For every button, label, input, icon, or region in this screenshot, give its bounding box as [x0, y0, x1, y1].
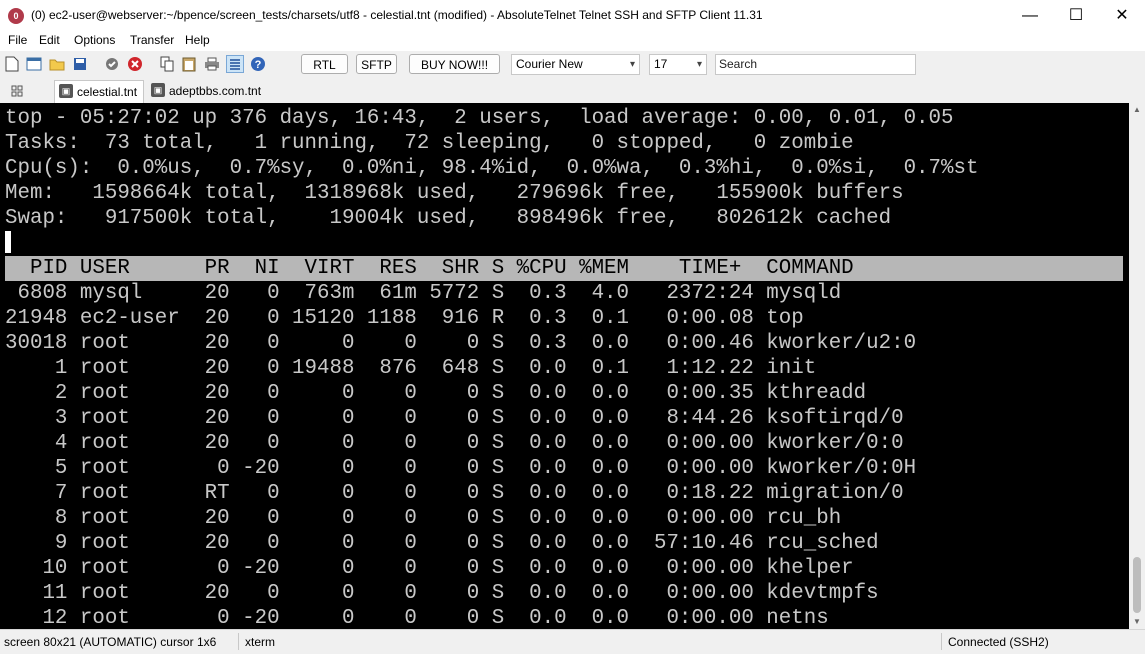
process-row: 30018 root 20 0 0 0 0 S 0.3 0.0 0:00.46 …	[5, 332, 917, 355]
process-row: 3 root 20 0 0 0 0 S 0.0 0.0 8:44.26 ksof…	[5, 407, 904, 430]
terminal-line: Tasks: 73 total, 1 running, 72 sleeping,…	[5, 132, 854, 155]
tab-list-icon[interactable]	[8, 82, 26, 100]
new-file-icon[interactable]	[3, 55, 21, 73]
chevron-down-icon: ▾	[629, 59, 635, 70]
search-placeholder: Search	[719, 57, 758, 71]
process-row: 9 root 20 0 0 0 0 S 0.0 0.0 57:10.46 rcu…	[5, 532, 879, 555]
tab-label: adeptbbs.com.tnt	[169, 84, 262, 98]
process-row: 7 root RT 0 0 0 0 S 0.0 0.0 0:18.22 migr…	[5, 482, 904, 505]
menu-edit[interactable]: Edit	[39, 33, 60, 47]
font-select[interactable]: Courier New ▾	[511, 54, 640, 75]
process-table-header: PID USER PR NI VIRT RES SHR S %CPU %MEM …	[5, 256, 1123, 281]
process-row: 8 root 20 0 0 0 0 S 0.0 0.0 0:00.00 rcu_…	[5, 507, 842, 530]
terminal-session-icon: ▣	[151, 83, 165, 97]
menu-options[interactable]: Options	[74, 33, 115, 47]
terminal-line: Mem: 1598664k total, 1318968k used, 2796…	[5, 182, 904, 205]
connection-status: Connected (SSH2)	[948, 635, 1049, 649]
menu-file[interactable]: File	[8, 33, 27, 47]
minimize-button[interactable]: —	[1007, 0, 1053, 31]
help-icon[interactable]: ?	[249, 55, 267, 73]
scroll-down-icon[interactable]: ▼	[1129, 617, 1145, 626]
process-row: 21948 ec2-user 20 0 15120 1188 916 R 0.3…	[5, 307, 804, 330]
process-header-text: PID USER PR NI VIRT RES SHR S %CPU %MEM …	[5, 257, 854, 280]
save-icon[interactable]	[71, 55, 89, 73]
menu-help[interactable]: Help	[185, 33, 210, 47]
font-size-select[interactable]: 17 ▾	[649, 54, 707, 75]
chevron-down-icon: ▾	[696, 59, 702, 70]
font-size-value: 17	[654, 57, 668, 71]
terminal-cursor	[5, 231, 11, 253]
buy-now-button[interactable]: BUY NOW!!!	[409, 54, 500, 74]
screen-status: screen 80x21 (AUTOMATIC) cursor 1x6	[4, 635, 217, 649]
window-title: (0) ec2-user@webserver:~/bpence/screen_t…	[31, 8, 763, 22]
process-row: 5 root 0 -20 0 0 0 S 0.0 0.0 0:00.00 kwo…	[5, 457, 917, 480]
disconnect-icon[interactable]	[126, 55, 144, 73]
connect-icon[interactable]	[103, 55, 121, 73]
app-icon[interactable]: 0	[8, 8, 24, 24]
scroll-up-icon[interactable]: ▲	[1129, 105, 1145, 114]
new-window-icon[interactable]	[25, 55, 43, 73]
status-divider	[941, 633, 942, 650]
vertical-scrollbar[interactable]: ▲ ▼	[1129, 103, 1145, 629]
status-bar: screen 80x21 (AUTOMATIC) cursor 1x6 xter…	[0, 629, 1145, 654]
tab-adeptbbs[interactable]: ▣ adeptbbs.com.tnt	[147, 80, 267, 102]
font-select-value: Courier New	[516, 57, 583, 71]
sftp-button[interactable]: SFTP	[356, 54, 397, 74]
terminal-line: Swap: 917500k total, 19004k used, 898496…	[5, 207, 892, 230]
close-button[interactable]: ✕	[1099, 0, 1145, 31]
print-icon[interactable]	[203, 55, 221, 73]
process-row: 2 root 20 0 0 0 0 S 0.0 0.0 0:00.35 kthr…	[5, 382, 867, 405]
search-input[interactable]: Search	[715, 54, 916, 75]
process-row: 1 root 20 0 19488 876 648 S 0.0 0.1 1:12…	[5, 357, 817, 380]
scrollbar-thumb[interactable]	[1133, 557, 1141, 613]
terminal-type: xterm	[245, 635, 275, 649]
rtl-button[interactable]: RTL	[301, 54, 348, 74]
terminal-screen[interactable]: top - 05:27:02 up 376 days, 16:43, 2 use…	[0, 103, 1129, 629]
menu-transfer[interactable]: Transfer	[130, 33, 174, 47]
terminal-session-icon: ▣	[59, 84, 73, 98]
svg-text:?: ?	[255, 59, 262, 71]
status-divider	[238, 633, 239, 650]
process-row: 12 root 0 -20 0 0 0 S 0.0 0.0 0:00.00 ne…	[5, 607, 829, 629]
tab-label: celestial.tnt	[77, 85, 138, 99]
copy-icon[interactable]	[158, 55, 176, 73]
tab-celestial[interactable]: ▣ celestial.tnt	[54, 80, 145, 103]
title-bar: 0 (0) ec2-user@webserver:~/bpence/screen…	[0, 0, 1145, 31]
terminal-line: top - 05:27:02 up 376 days, 16:43, 2 use…	[5, 107, 954, 130]
terminal-line: Cpu(s): 0.0%us, 0.7%sy, 0.0%ni, 98.4%id,…	[5, 157, 979, 180]
tab-bar: ▣ celestial.tnt ▣ adeptbbs.com.tnt	[0, 78, 1145, 103]
process-row: 10 root 0 -20 0 0 0 S 0.0 0.0 0:00.00 kh…	[5, 557, 854, 580]
log-icon[interactable]	[226, 55, 244, 73]
open-folder-icon[interactable]	[48, 55, 66, 73]
process-row: 6808 mysql 20 0 763m 61m 5772 S 0.3 4.0 …	[5, 282, 842, 305]
toolbar: ? RTL SFTP BUY NOW!!! Courier New ▾ 17 ▾…	[0, 51, 1145, 78]
maximize-button[interactable]: ☐	[1053, 0, 1099, 31]
menu-bar: File Edit Options Transfer Help	[0, 31, 1145, 51]
process-row: 4 root 20 0 0 0 0 S 0.0 0.0 0:00.00 kwor…	[5, 432, 904, 455]
process-row: 11 root 20 0 0 0 0 S 0.0 0.0 0:00.00 kde…	[5, 582, 879, 605]
paste-icon[interactable]	[180, 55, 198, 73]
